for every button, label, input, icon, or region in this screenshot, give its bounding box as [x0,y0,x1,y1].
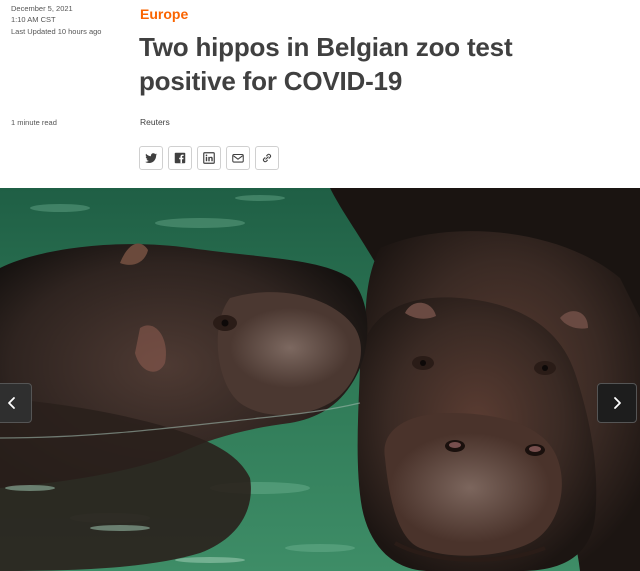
carousel-next-button[interactable] [597,383,637,423]
hero-image [0,188,640,571]
email-icon [232,153,244,163]
chevron-right-icon [614,397,621,409]
share-bar [139,146,279,170]
linkedin-icon [203,152,215,164]
meta-date: December 5, 2021 [11,4,73,13]
chevron-left-icon [8,397,15,409]
byline-link[interactable]: Reuters [140,117,170,127]
share-email-button[interactable] [226,146,250,170]
share-linkedin-button[interactable] [197,146,221,170]
hippo-photo [0,188,640,571]
carousel-prev-button[interactable] [0,383,32,423]
page-title: Two hippos in Belgian zoo test positive … [139,32,513,96]
link-icon [262,153,272,163]
facebook-icon [174,152,186,164]
share-twitter-button[interactable] [139,146,163,170]
share-link-button[interactable] [255,146,279,170]
twitter-icon [145,153,158,163]
share-facebook-button[interactable] [168,146,192,170]
meta-last-updated: Last Updated 10 hours ago [11,27,102,36]
meta-time: 1:10 AM CST [11,15,56,24]
section-link[interactable]: Europe [140,6,188,22]
read-time: 1 minute read [11,118,57,127]
